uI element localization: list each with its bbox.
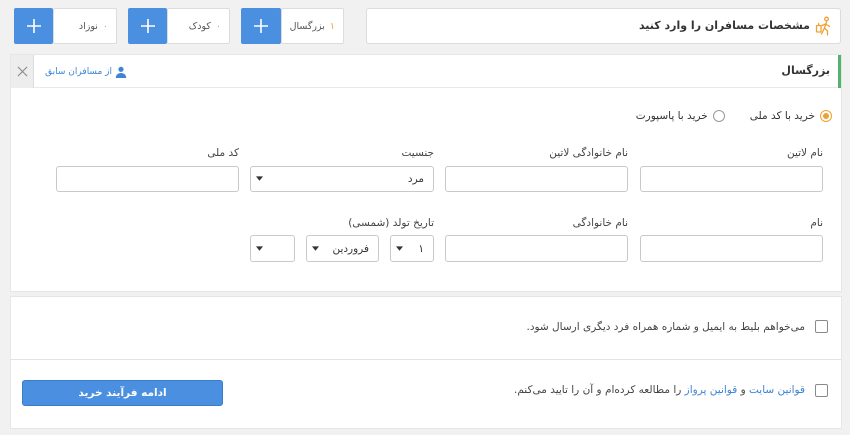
page-title: مشخصات مسافران را وارد کنید: [638, 19, 810, 32]
child-counter: ۰ کودک: [167, 8, 230, 44]
close-icon: [17, 66, 28, 77]
accept-terms-checkbox[interactable]: [815, 384, 828, 397]
remove-passenger-button[interactable]: [11, 55, 34, 88]
birth-month-select[interactable]: فروردین: [306, 235, 379, 262]
plus-icon: [140, 18, 156, 34]
flight-rules-link[interactable]: قوانین پرواز: [685, 384, 738, 396]
radio-national-code[interactable]: خرید با کد ملی: [750, 110, 832, 122]
caret-down-icon: [256, 245, 263, 251]
latin-first-name-label: نام لاتین: [786, 147, 823, 159]
site-rules-link[interactable]: قوانین سایت: [749, 384, 805, 396]
radio-label: خرید با کد ملی: [749, 110, 815, 122]
radio-button[interactable]: [820, 110, 832, 122]
radio-passport[interactable]: خرید با پاسپورت: [636, 110, 725, 122]
plus-icon: [26, 18, 42, 34]
first-name-input[interactable]: [640, 235, 823, 262]
plus-icon: [253, 18, 269, 34]
caret-down-icon: [256, 176, 263, 181]
previous-passengers-label: از مسافران سابق: [45, 66, 112, 77]
birth-date-label: تاریخ تولد (شمسی): [348, 217, 434, 229]
caret-down-icon: [396, 245, 403, 251]
add-infant-button[interactable]: [14, 8, 53, 44]
traveler-luggage-icon: [814, 16, 834, 36]
caret-down-icon: [312, 245, 319, 251]
child-counter-label: کودک: [188, 20, 211, 32]
user-icon: [115, 66, 127, 78]
confirmation-card: می‌خواهم بلیط به ایمیل و شماره همراه فرد…: [11, 297, 841, 428]
latin-last-name-input[interactable]: [445, 166, 628, 192]
birth-month-value: فروردین: [332, 242, 369, 255]
radio-button[interactable]: [712, 110, 725, 122]
infant-counter-label: نوزاد: [78, 20, 98, 32]
passengers-title-bar: مشخصات مسافران را وارد کنید: [366, 8, 841, 44]
last-name-input[interactable]: [445, 235, 628, 262]
adult-counter: ۱ بزرگسال: [281, 8, 344, 44]
passenger-type-title: بزرگسال: [781, 64, 830, 77]
gender-label: جنسیت: [401, 147, 434, 159]
infant-counter: ۰ نوزاد: [53, 8, 117, 44]
adult-count: ۱: [329, 20, 335, 32]
purchase-type-group: خرید با کد ملی خرید با پاسپورت: [636, 109, 832, 123]
birth-year-select[interactable]: [250, 235, 295, 262]
latin-last-name-label: نام خانوادگی لاتین: [549, 147, 628, 159]
continue-purchase-button[interactable]: ادامه فرآیند خرید: [22, 380, 223, 406]
send-to-other-label: می‌خواهم بلیط به ایمیل و شماره همراه فرد…: [526, 321, 805, 333]
radio-label: خرید با پاسپورت: [635, 110, 708, 122]
first-name-label: نام: [810, 217, 823, 229]
send-to-other-checkbox[interactable]: [815, 320, 828, 333]
add-adult-button[interactable]: [241, 8, 281, 44]
add-child-button[interactable]: [128, 8, 167, 44]
section-marker: [838, 55, 841, 88]
birth-day-select[interactable]: ۱: [390, 235, 434, 262]
infant-count: ۰: [102, 20, 108, 32]
last-name-label: نام خانوادگی: [572, 217, 628, 229]
gender-select[interactable]: مرد: [250, 166, 434, 192]
accept-terms-label: قوانین سایت و قوانین پرواز را مطالعه کرد…: [514, 383, 805, 397]
latin-first-name-input[interactable]: [640, 166, 823, 192]
birth-day-value: ۱: [418, 242, 424, 255]
adult-counter-label: بزرگسال: [289, 20, 325, 32]
previous-passengers-link[interactable]: از مسافران سابق: [45, 55, 127, 88]
terms-connector-text: و: [737, 384, 749, 396]
national-code-input[interactable]: [56, 166, 239, 192]
gender-select-value: مرد: [407, 173, 424, 185]
terms-rest-text: را مطالعه کرده‌ام و آن را تایید می‌کنم.: [513, 384, 685, 396]
passenger-card-header: از مسافران سابق بزرگسال: [11, 55, 841, 88]
child-count: ۰: [215, 20, 221, 32]
divider: [11, 359, 841, 360]
passenger-card-adult: از مسافران سابق بزرگسال خرید با کد ملی خ…: [11, 55, 841, 291]
national-code-label: کد ملی: [207, 147, 239, 159]
